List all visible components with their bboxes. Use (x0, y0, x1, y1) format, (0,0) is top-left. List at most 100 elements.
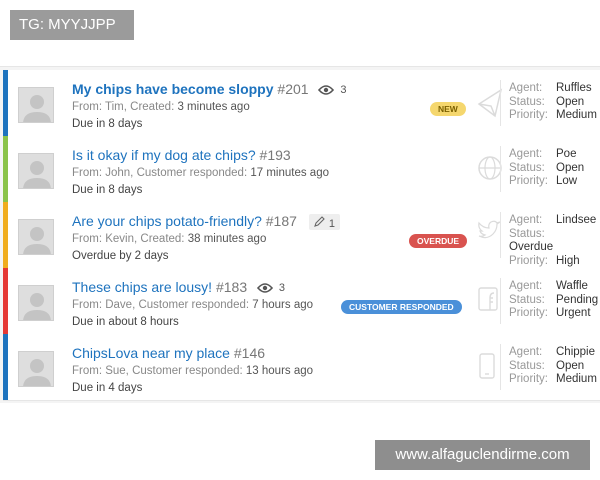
ticket-meta: From: Dave, Customer responded: 7 hours … (72, 299, 313, 311)
priority-bar (3, 202, 8, 268)
ticket-info: Agent: Poe Status: Open Priority: Low (509, 148, 584, 189)
ticket-row[interactable]: These chips are lousy! #183 3 From: Dave… (3, 268, 600, 335)
ticket-time: 3 minutes ago (177, 101, 250, 113)
ticket-event: Customer responded: (138, 299, 250, 311)
agent-value: Chippie (556, 346, 595, 358)
ticket-event: Created: (140, 233, 185, 245)
agent-value: Ruffles (556, 82, 592, 94)
divider (500, 278, 501, 324)
ticket-number: #183 (215, 279, 248, 295)
agent-value: Poe (556, 148, 577, 160)
ticket-from: From: Kevin, (72, 233, 138, 245)
divider (500, 80, 501, 126)
priority-bar (3, 268, 8, 334)
ticket-row[interactable]: Is it okay if my dog ate chips? #193 Fro… (3, 136, 600, 203)
agent-label: Agent: (509, 82, 543, 94)
ticket-list: My chips have become sloppy #201 3 From:… (0, 66, 600, 403)
ticket-title-link[interactable]: Are your chips potato-friendly? (72, 213, 262, 229)
ticket-title-link[interactable]: Is it okay if my dog ate chips? (72, 147, 256, 163)
status-label: Status: (509, 293, 545, 306)
ticket-time: 7 hours ago (252, 299, 314, 311)
ticket-from: From: Sue, (72, 365, 129, 377)
agent-label: Agent: (509, 214, 543, 226)
agent-value: Lindsee (556, 214, 597, 226)
view-count: 3 (278, 282, 286, 295)
avatar (18, 219, 54, 255)
ticket-info: Agent: Lindsee Status:Overdue Priority: Hi… (509, 214, 600, 268)
priority-label: Priority: (509, 175, 548, 187)
ticket-info: Agent: Chippie Status: Open Priority: Mediu… (509, 346, 597, 387)
ticket-meta: From: Sue, Customer responded: 13 hours … (72, 365, 313, 377)
ticket-number: #193 (259, 147, 291, 163)
ticket-title-line: My chips have become sloppy #201 3 (72, 81, 346, 98)
agent-value: Waffle (556, 280, 588, 292)
view-count: 3 (340, 84, 347, 97)
status-label: Status: (509, 359, 545, 372)
ticket-meta: From: Tim, Created: 3 minutes ago (72, 101, 250, 113)
priority-bar (3, 334, 8, 400)
eye-icon (256, 280, 274, 296)
ticket-time: 13 hours ago (245, 365, 314, 377)
status-badge-new: NEW (430, 102, 466, 116)
ticket-row[interactable]: Are your chips potato-friendly? #187 1 F… (3, 202, 600, 269)
priority-value: Medium (556, 373, 597, 385)
status-label: Status: (509, 95, 545, 108)
status-value: Open (556, 161, 585, 174)
ticket-due: Due in 4 days (72, 382, 143, 394)
ticket-from: From: Dave, (72, 299, 136, 311)
agent-label: Agent: (509, 280, 543, 292)
priority-value: Medium (556, 109, 597, 121)
ticket-number: #146 (233, 345, 266, 361)
agent-label: Agent: (509, 148, 543, 160)
divider (500, 212, 501, 258)
ticket-from: From: Tim, (72, 101, 127, 113)
ticket-due: Overdue by 2 days (72, 250, 169, 262)
priority-label: Priority: (509, 254, 548, 267)
ticket-title-line: ChipsLova near my place #146 (72, 345, 265, 361)
ticket-title-link[interactable]: My chips have become sloppy (72, 81, 274, 97)
status-label: Status: (509, 161, 545, 174)
ticket-info: Agent: Waffle Status: Pending Priority: Urg… (509, 280, 598, 321)
status-value: Open (556, 359, 585, 372)
ticket-event: Customer responded: (132, 365, 243, 377)
phone-icon (477, 352, 497, 385)
pencil-icon (313, 214, 325, 230)
ticket-row[interactable]: My chips have become sloppy #201 3 From:… (3, 70, 600, 137)
ticket-title-line: Are your chips potato-friendly? #187 1 (72, 213, 340, 231)
ticket-title-link[interactable]: These chips are lousy! (72, 279, 212, 295)
status-badge-customer-responded: CUSTOMER RESPONDED (341, 300, 462, 314)
edit-count: 1 (328, 217, 335, 230)
divider (500, 344, 501, 390)
ticket-due: Due in about 8 hours (72, 316, 179, 328)
ticket-time: 38 minutes ago (187, 233, 267, 245)
status-label: Status: (509, 227, 545, 240)
ticket-title-line: These chips are lousy! #183 3 (72, 279, 285, 296)
eye-icon (318, 82, 335, 98)
avatar (18, 285, 54, 321)
ticket-meta: From: John, Customer responded: 17 minut… (72, 167, 329, 179)
website-watermark: www.alfaguclendirme.com (375, 440, 590, 470)
facebook-icon (477, 286, 499, 317)
ticket-number: #187 (265, 213, 297, 229)
ticket-title-link[interactable]: ChipsLova near my place (72, 345, 230, 361)
ticket-number: #201 (277, 81, 309, 97)
priority-bar (3, 70, 8, 136)
ticket-meta: From: Kevin, Created: 38 minutes ago (72, 233, 266, 245)
ticket-info: Agent: Ruffles Status: Open Priority: Mediu… (509, 82, 597, 123)
avatar (18, 351, 54, 387)
priority-label: Priority: (509, 307, 548, 319)
priority-value: Low (556, 175, 578, 187)
priority-label: Priority: (509, 109, 548, 121)
divider (500, 146, 501, 192)
ticket-row[interactable]: ChipsLova near my place #146 From: Sue, … (3, 334, 600, 401)
status-value: Overdue (509, 241, 554, 253)
status-value: Pending (556, 293, 599, 306)
agent-label: Agent: (509, 346, 543, 358)
telegram-badge: TG: MYYJJPP (10, 10, 134, 40)
priority-bar (3, 136, 8, 202)
ticket-from: From: John, (72, 167, 134, 179)
priority-label: Priority: (509, 373, 548, 385)
edit-count-badge: 1 (308, 214, 340, 231)
priority-value: High (556, 254, 580, 267)
ticket-title-line: Is it okay if my dog ate chips? #193 (72, 147, 291, 163)
